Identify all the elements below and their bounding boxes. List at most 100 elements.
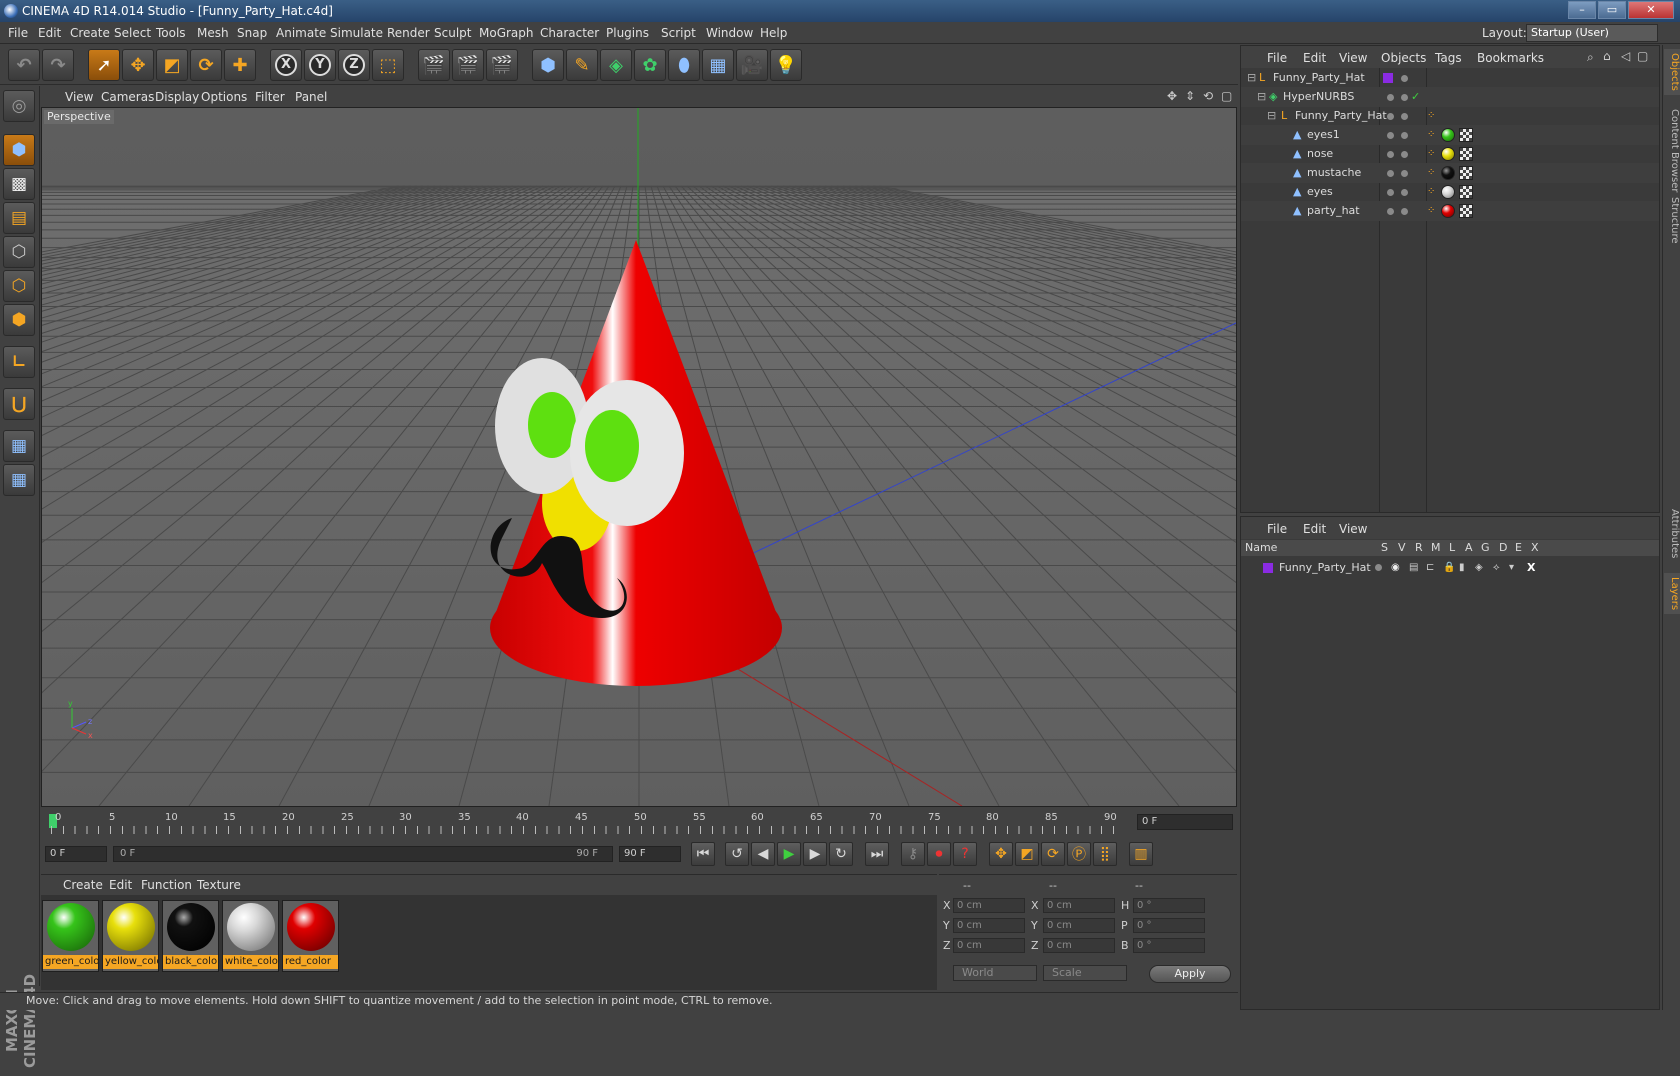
menu-edit[interactable]: Edit — [38, 26, 61, 40]
phong-tag-icon[interactable]: ⁘ — [1427, 106, 1435, 126]
material-swatch[interactable]: green_colo — [42, 900, 99, 972]
menu-simulate[interactable]: Simulate — [330, 26, 383, 40]
material-menu-function[interactable]: Function — [141, 878, 192, 892]
material-menu-texture[interactable]: Texture — [197, 878, 241, 892]
visibility-dot[interactable] — [1387, 208, 1394, 215]
workplane-mode-button[interactable]: ▤ — [3, 202, 35, 234]
phong-tag-icon[interactable]: ⁘ — [1427, 163, 1435, 183]
perspective-viewport[interactable]: y z x Perspective — [41, 107, 1237, 807]
position-y-field[interactable]: 0 cm — [953, 918, 1025, 933]
model-mode-button[interactable]: ⬢ — [3, 134, 35, 166]
viewport-menu-filter[interactable]: Filter — [255, 90, 285, 104]
size-y-field[interactable]: 0 cm — [1043, 918, 1115, 933]
position-x-field[interactable]: 0 cm — [953, 898, 1025, 913]
material-tag-red[interactable] — [1441, 204, 1455, 218]
viewport-rotate-icon[interactable]: ⟲ — [1203, 89, 1213, 103]
phong-tag-icon[interactable]: ⁘ — [1427, 201, 1435, 221]
enabled-check-icon[interactable]: ✓ — [1411, 87, 1420, 107]
deformer-icon[interactable]: ⟡ — [1493, 559, 1500, 577]
animation-icon[interactable]: ▮ — [1459, 559, 1465, 577]
search-icon[interactable]: ⌕ — [1587, 50, 1594, 65]
key-scale-button[interactable]: ◩ — [1015, 842, 1039, 866]
menu-render[interactable]: Render — [387, 26, 430, 40]
collapse-icon[interactable]: ⊟ — [1267, 106, 1276, 126]
position-z-field[interactable]: 0 cm — [953, 938, 1025, 953]
menu-plugins[interactable]: Plugins — [606, 26, 649, 40]
lock-icon[interactable]: 🔒 — [1443, 559, 1455, 577]
collapse-icon[interactable]: ⊟ — [1257, 87, 1266, 107]
render-picture-viewer-button[interactable]: 🎬 — [452, 49, 484, 81]
tab-content-browser[interactable]: Content Browser — [1664, 105, 1680, 196]
recent-tool-button[interactable]: ✚ — [224, 49, 256, 81]
uvw-tag-icon[interactable] — [1459, 204, 1473, 218]
menu-snap[interactable]: Snap — [237, 26, 267, 40]
material-tag-green[interactable] — [1441, 128, 1455, 142]
add-spline-button[interactable]: ✎ — [566, 49, 598, 81]
next-key-button[interactable]: ↻ — [829, 842, 853, 866]
frame-range-slider[interactable]: 0 F 90 F — [113, 846, 613, 862]
record-keys-button[interactable]: ⚷ — [901, 842, 925, 866]
undo-button[interactable]: ↶ — [8, 49, 40, 81]
timeline-ruler[interactable]: 0 5 10 15 20 25 30 35 40 45 50 55 60 65 … — [41, 810, 1237, 838]
viewport-menu-cameras[interactable]: Cameras — [101, 90, 154, 104]
points-mode-button[interactable]: ⬡ — [3, 236, 35, 268]
apply-button[interactable]: Apply — [1149, 965, 1231, 983]
objects-menu-file[interactable]: File — [1267, 51, 1287, 65]
polygons-mode-button[interactable]: ⬢ — [3, 304, 35, 336]
material-swatch[interactable]: yellow_colo — [102, 900, 159, 972]
rotation-p-field[interactable]: 0 ° — [1133, 918, 1205, 933]
object-name[interactable]: Funny_Party_Hat — [1295, 106, 1387, 126]
uvw-tag-icon[interactable] — [1459, 185, 1473, 199]
object-row[interactable]: ▲ eyes ⁘ — [1241, 182, 1659, 202]
material-tag-white[interactable] — [1441, 185, 1455, 199]
scale-button[interactable]: ◩ — [156, 49, 188, 81]
layout-select[interactable]: Startup (User) — [1526, 24, 1658, 42]
layer-name[interactable]: Funny_Party_Hat — [1279, 559, 1371, 577]
axis-mode-button[interactable]: ∟ — [3, 346, 35, 378]
edges-mode-button[interactable]: ⬡ — [3, 270, 35, 302]
texture-mode-button[interactable]: ▩ — [3, 168, 35, 200]
add-array-button[interactable]: ✿ — [634, 49, 666, 81]
z-axis-lock-button[interactable]: Z — [338, 49, 370, 81]
uvw-tag-icon[interactable] — [1459, 128, 1473, 142]
menu-tools[interactable]: Tools — [156, 26, 186, 40]
xref-icon[interactable]: X — [1527, 559, 1535, 577]
render-dot[interactable] — [1401, 132, 1408, 139]
move-button[interactable]: ✥ — [122, 49, 154, 81]
expression-icon[interactable]: ▾ — [1509, 559, 1514, 577]
new-view-icon[interactable]: ▢ — [1637, 49, 1648, 63]
layer-row[interactable]: Funny_Party_Hat ◉ ▤ ⊏ 🔒 ▮ ◈ ⟡ ▾ X — [1241, 559, 1659, 577]
go-to-end-button[interactable]: ⏭ — [865, 842, 889, 866]
add-nurbs-button[interactable]: ◈ — [600, 49, 632, 81]
material-tag-yellow[interactable] — [1441, 147, 1455, 161]
add-floor-button[interactable]: ▦ — [702, 49, 734, 81]
render-dot[interactable] — [1401, 151, 1408, 158]
menu-create[interactable]: Create — [70, 26, 110, 40]
layers-menu-view[interactable]: View — [1339, 522, 1367, 536]
key-pla-button[interactable]: ⣿ — [1093, 842, 1117, 866]
object-name[interactable]: HyperNURBS — [1283, 87, 1354, 107]
menu-animate[interactable]: Animate — [276, 26, 326, 40]
uvw-tag-icon[interactable] — [1459, 147, 1473, 161]
tab-structure[interactable]: Structure — [1664, 193, 1680, 248]
menu-mesh[interactable]: Mesh — [197, 26, 229, 40]
object-name[interactable]: nose — [1307, 144, 1333, 164]
render-dot[interactable] — [1401, 208, 1408, 215]
previous-frame-button[interactable]: ◀ — [751, 842, 775, 866]
viewport-move-icon[interactable]: ✥ — [1167, 89, 1177, 103]
phong-tag-icon[interactable]: ⁘ — [1427, 125, 1435, 145]
view-eye-icon[interactable]: ◉ — [1391, 559, 1400, 577]
end-frame-field[interactable]: 90 F — [619, 846, 681, 862]
size-x-field[interactable]: 0 cm — [1043, 898, 1115, 913]
visibility-dot[interactable] — [1401, 75, 1408, 82]
make-editable-button[interactable]: ◎ — [3, 90, 35, 122]
collapse-icon[interactable]: ⊟ — [1247, 68, 1256, 88]
visibility-dot[interactable] — [1387, 94, 1394, 101]
coordinate-mode-select[interactable]: World — [953, 965, 1037, 981]
visibility-dot[interactable] — [1387, 151, 1394, 158]
key-position-button[interactable]: ✥ — [989, 842, 1013, 866]
autokey-button[interactable]: ⏺ — [927, 842, 951, 866]
objects-menu-view[interactable]: View — [1339, 51, 1367, 65]
render-dot[interactable] — [1401, 189, 1408, 196]
material-menu-edit[interactable]: Edit — [109, 878, 132, 892]
